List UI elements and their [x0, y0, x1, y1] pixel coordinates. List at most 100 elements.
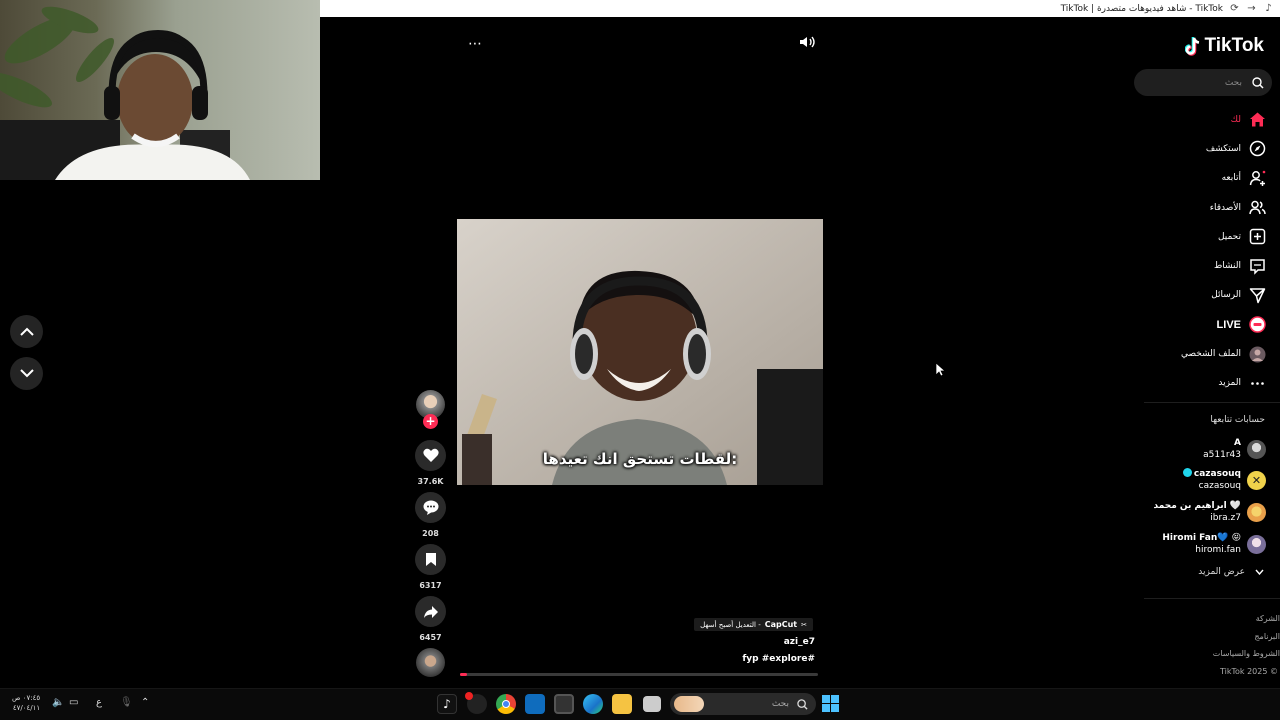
following-account[interactable]: cazasouq cazasouq ✕	[1182, 468, 1266, 492]
network-tray-icon[interactable]: ▭	[69, 697, 78, 708]
taskbar-search-placeholder: بحث	[771, 699, 789, 709]
browser-title-bar: TikTok | شاهد فيديوهات متصدرة - TikTok ⟳…	[320, 0, 1280, 17]
upload-icon	[1249, 229, 1266, 245]
save-action[interactable]: 6317	[415, 544, 446, 590]
account-handle: a511r43	[1203, 450, 1241, 460]
back-arrow-icon[interactable]: →	[1246, 3, 1257, 14]
video-progress-bar[interactable]	[460, 673, 818, 676]
sidebar-nav: لك استكشف أتابعه الأصدقاء تحميل النشاط ا…	[1135, 105, 1280, 398]
sidebar-item-label: النشاط	[1213, 261, 1241, 272]
sidebar-item-label: استكشف	[1205, 143, 1241, 154]
following-account[interactable]: Hiromi Fan💙 😝 hiromi.fan	[1162, 532, 1266, 556]
sidebar-item-label: LIVE	[1216, 318, 1241, 331]
show-more-button[interactable]: عرض المزيد	[1198, 567, 1264, 577]
previous-video-button[interactable]	[10, 315, 43, 348]
video-hashtags[interactable]: #fyp #explore	[742, 654, 815, 664]
video-subtitle: لقطات تستحق انك تعيدها:	[542, 450, 738, 468]
microphone-tray-icon[interactable]: 🎙	[120, 697, 133, 708]
sidebar-item-label: الرسائل	[1211, 290, 1241, 301]
following-account[interactable]: A a511r43	[1203, 437, 1266, 461]
more-options-icon[interactable]: ⋯	[468, 36, 482, 52]
following-icon	[1249, 170, 1266, 186]
language-indicator[interactable]: ع	[96, 697, 102, 708]
share-icon[interactable]	[415, 596, 446, 627]
avatar	[1247, 534, 1266, 554]
account-handle: ibra.z7	[1210, 513, 1241, 523]
account-handle: cazasouq	[1198, 481, 1241, 491]
comment-count: 208	[422, 529, 439, 538]
search-highlight-image	[674, 696, 704, 712]
video-author[interactable]: azi_e7	[784, 637, 815, 647]
like-action[interactable]: 37.6K	[415, 440, 446, 486]
volume-tray-icon[interactable]: 🔈	[52, 697, 64, 708]
share-action[interactable]: 6457	[415, 596, 446, 642]
sidebar-item-label: أتابعه	[1221, 173, 1241, 184]
heart-icon[interactable]	[415, 440, 446, 471]
live-icon	[1249, 316, 1266, 333]
next-video-button[interactable]	[10, 357, 43, 390]
search-input[interactable]: بحث	[1134, 69, 1272, 96]
avatar	[1247, 439, 1266, 459]
sidebar-item-live[interactable]: LIVE	[1135, 310, 1280, 339]
app-taskbar-icon[interactable]	[465, 692, 487, 714]
refresh-icon[interactable]: ⟳	[1229, 3, 1240, 14]
edge-taskbar-icon[interactable]	[583, 694, 603, 714]
windows-start-icon[interactable]	[822, 695, 839, 712]
friends-icon	[1249, 200, 1266, 215]
screen: TikTok | شاهد فيديوهات متصدرة - TikTok ⟳…	[0, 0, 1280, 720]
webcam-person-image	[0, 6, 250, 180]
sidebar-item-label: الملف الشخصي	[1181, 349, 1241, 360]
account-name: A	[1234, 438, 1241, 448]
account-text: A a511r43	[1203, 437, 1241, 461]
search-icon	[797, 698, 808, 710]
store-taskbar-icon[interactable]	[554, 694, 574, 714]
sidebar-item-explore[interactable]: استكشف	[1135, 134, 1280, 163]
comment-action[interactable]: 208	[415, 492, 446, 538]
video-frame-image	[457, 219, 823, 485]
account-name: cazasouq	[1182, 468, 1241, 480]
bookmark-icon[interactable]	[415, 544, 446, 575]
sidebar-item-profile[interactable]: الملف الشخصي	[1135, 339, 1280, 368]
outlook-taskbar-icon[interactable]	[525, 694, 545, 714]
footer-link-company[interactable]: الشركة	[1213, 610, 1280, 628]
tiktok-logo[interactable]: TikTok	[1184, 35, 1264, 57]
file-explorer-taskbar-icon[interactable]	[612, 694, 632, 714]
clock-time: ٠٧:٤٥ ص	[12, 694, 41, 702]
capcut-badge[interactable]: التعديل أصبح أسهل - CapCut ✂	[694, 618, 813, 631]
sidebar-item-for-you[interactable]: لك	[1135, 105, 1280, 134]
tiktok-favicon-icon: ♪	[1265, 3, 1272, 14]
following-account[interactable]: ابراهيم بن محمد 🤍 ibra.z7	[1154, 500, 1266, 524]
clock-date: ٤٧/٠٤/١١	[12, 704, 41, 712]
volume-icon[interactable]	[799, 35, 815, 53]
avatar	[1247, 502, 1266, 522]
footer-link-terms[interactable]: الشروط والسياسات	[1213, 645, 1280, 663]
sidebar-item-messages[interactable]: الرسائل	[1135, 281, 1280, 310]
task-view-icon[interactable]	[643, 696, 661, 712]
window-title: TikTok | شاهد فيديوهات متصدرة - TikTok	[1060, 3, 1223, 14]
save-count: 6317	[419, 581, 442, 590]
sidebar-item-following[interactable]: أتابعه	[1135, 164, 1280, 193]
music-disc-avatar[interactable]	[416, 648, 445, 677]
sidebar-item-upload[interactable]: تحميل	[1135, 222, 1280, 251]
search-icon[interactable]	[1252, 76, 1264, 89]
comment-icon[interactable]	[415, 492, 446, 523]
footer-link-program[interactable]: البرنامج	[1213, 628, 1280, 646]
follow-plus-button[interactable]: +	[423, 414, 438, 429]
sidebar-item-more[interactable]: المزيد	[1135, 369, 1280, 398]
avatar: ✕	[1247, 470, 1266, 490]
chrome-taskbar-icon[interactable]	[496, 694, 516, 714]
more-icon	[1251, 382, 1264, 385]
sidebar-item-label: تحميل	[1217, 231, 1241, 242]
tiktok-taskbar-icon[interactable]: ♪	[437, 694, 457, 714]
sidebar-item-label: لك	[1230, 114, 1241, 125]
mouse-cursor-icon	[935, 362, 946, 381]
taskbar-clock[interactable]: ٠٧:٤٥ ص ٤٧/٠٤/١١	[12, 693, 40, 713]
sidebar-item-activity[interactable]: النشاط	[1135, 251, 1280, 280]
capcut-brand: CapCut	[764, 620, 798, 629]
divider	[1144, 402, 1280, 403]
chevron-up-icon[interactable]: ⌃	[141, 697, 149, 708]
sidebar-item-friends[interactable]: الأصدقاء	[1135, 193, 1280, 222]
divider	[1144, 598, 1280, 599]
verified-icon	[1182, 468, 1192, 477]
video-player[interactable]: لقطات تستحق انك تعيدها:	[457, 219, 823, 485]
